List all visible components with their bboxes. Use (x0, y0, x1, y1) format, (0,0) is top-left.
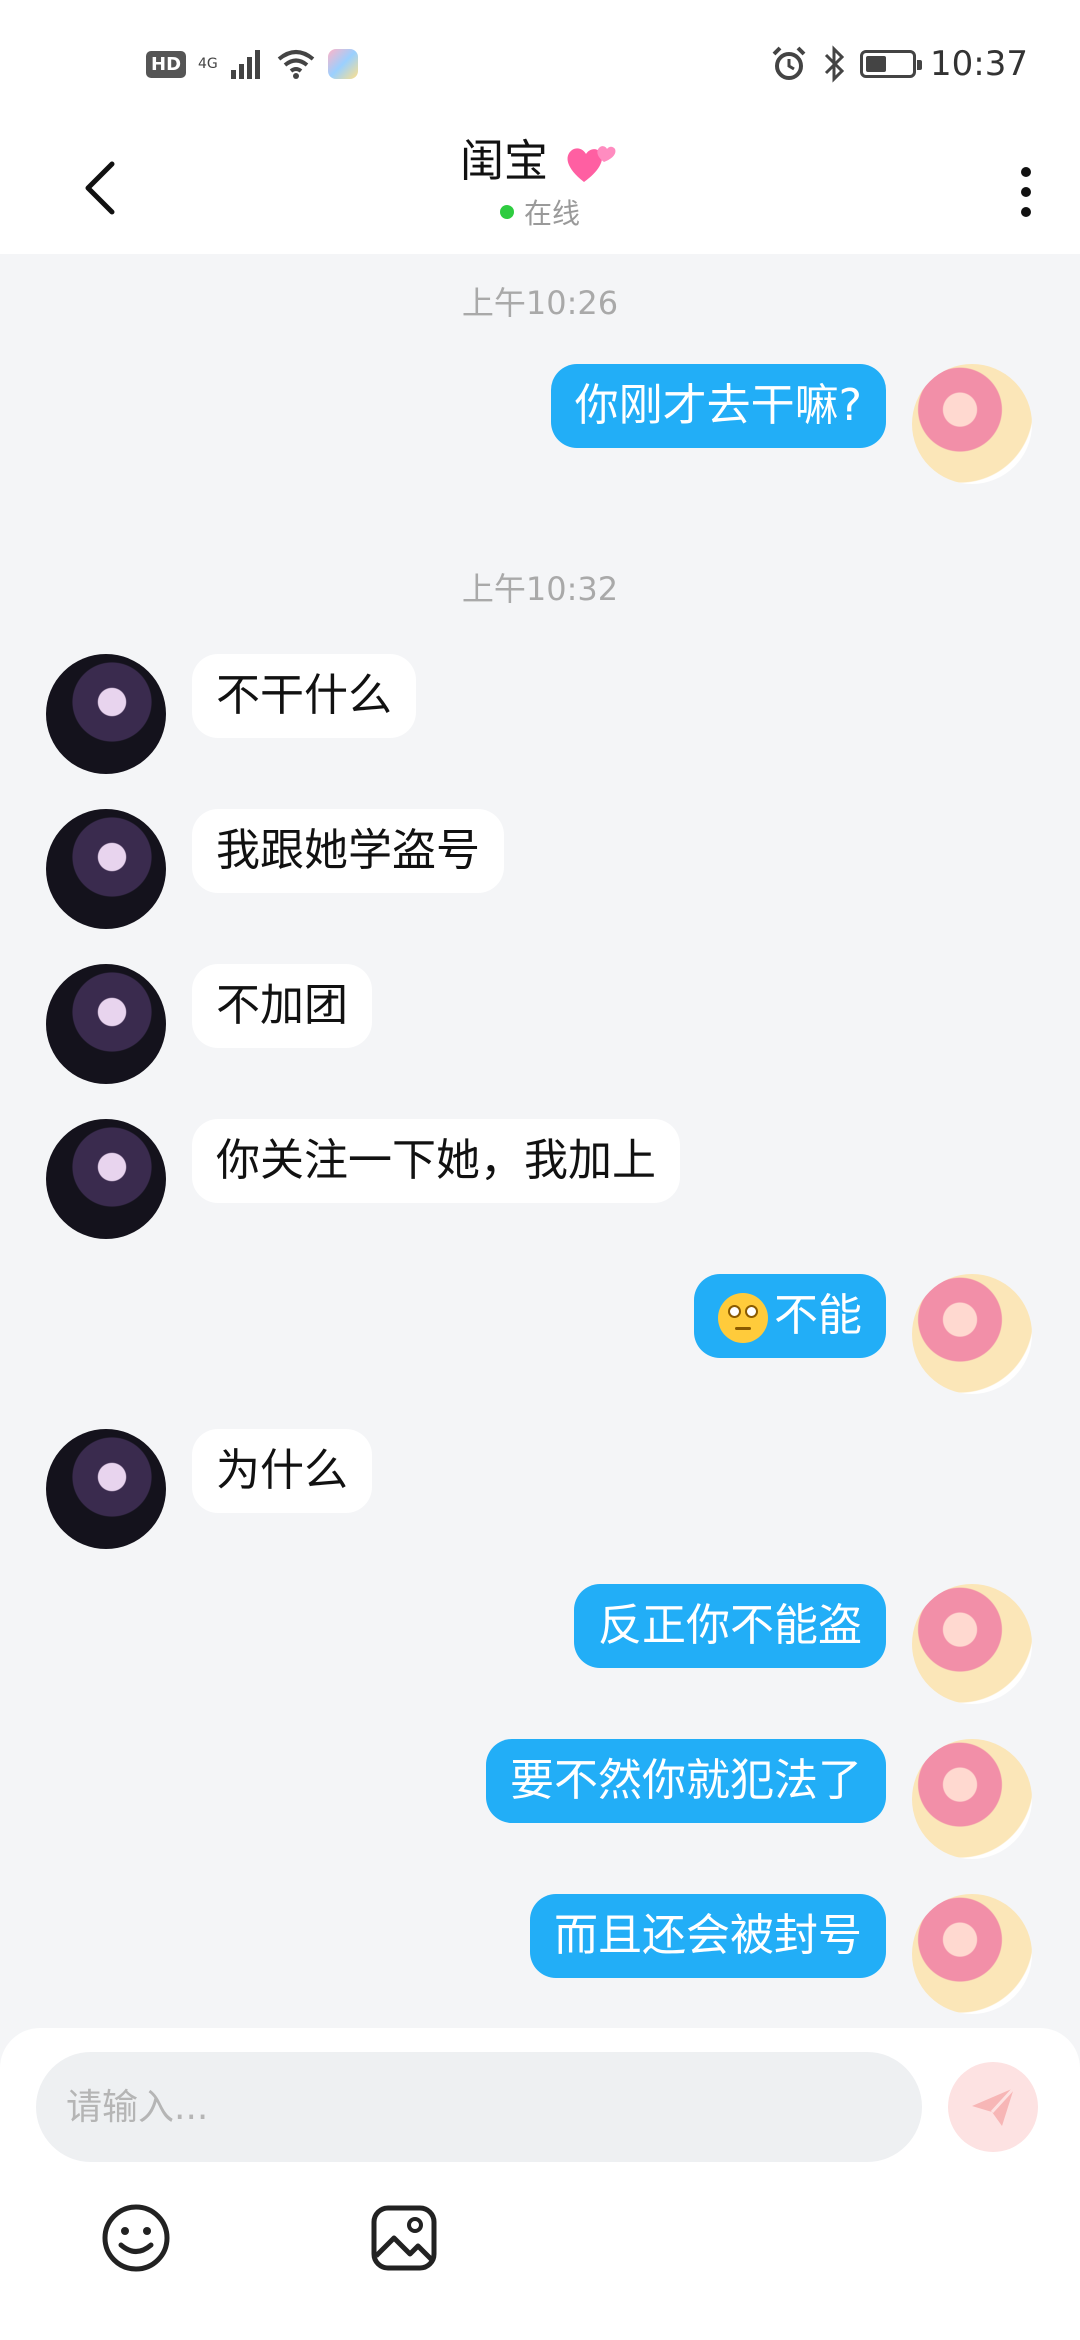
message-input[interactable] (36, 2052, 922, 2162)
message-bubble[interactable]: 为什么 (192, 1429, 372, 1513)
battery-icon (860, 50, 923, 78)
image-icon (371, 2205, 437, 2271)
message-text: 不能 (774, 1290, 862, 1341)
online-dot (499, 205, 514, 219)
message-bubble[interactable]: 要不然你就犯法了 (486, 1739, 886, 1823)
my-avatar[interactable] (912, 1894, 1032, 2014)
rolling-eyes-emoji-icon (718, 1293, 768, 1343)
message-bubble-with-emoji[interactable]: 不能 (694, 1274, 886, 1358)
message-row-outgoing: 不能 (0, 1274, 1080, 1394)
my-avatar[interactable] (912, 1739, 1032, 1859)
status-right: 10:37 (770, 42, 1028, 86)
message-row-outgoing: 反正你不能盗 (0, 1584, 1080, 1704)
status-bar: HD 4G 10:37 (0, 0, 1080, 130)
app-notification-icon (327, 49, 358, 79)
message-list[interactable]: 上午10:26 你刚才去干嘛? 上午10:32 不干什么 我跟她学盗号 不加团 … (0, 254, 1080, 2028)
clock: 10:37 (930, 44, 1028, 84)
my-avatar[interactable] (912, 1584, 1032, 1704)
contact-avatar[interactable] (46, 1119, 166, 1239)
message-bubble[interactable]: 而且还会被封号 (530, 1894, 886, 1978)
timestamp: 上午10:26 (461, 284, 619, 322)
send-icon (972, 2086, 1016, 2126)
send-button[interactable] (948, 2062, 1038, 2152)
contact-name: 闺宝 (460, 136, 548, 187)
message-bubble[interactable]: 反正你不能盗 (574, 1584, 886, 1668)
online-label: 在线 (523, 197, 580, 230)
message-bubble[interactable]: 我跟她学盗号 (192, 809, 504, 893)
message-row-outgoing: 要不然你就犯法了 (0, 1739, 1080, 1859)
message-row-outgoing: 而且还会被封号 (0, 1894, 1080, 2014)
more-vertical-icon (1021, 167, 1031, 217)
contact-avatar[interactable] (46, 809, 166, 929)
two-hearts-icon (567, 146, 616, 182)
composer-panel (0, 2028, 1080, 2340)
message-bubble[interactable]: 你刚才去干嘛? (550, 364, 886, 448)
image-button[interactable] (364, 2198, 444, 2278)
signal-icon (230, 50, 260, 79)
network-type: 4G (198, 56, 218, 72)
message-bubble[interactable]: 不干什么 (192, 654, 416, 738)
bluetooth-icon (824, 45, 845, 83)
chat-header: 闺宝 在线 (0, 130, 1080, 254)
contact-title: 闺宝 (0, 134, 1080, 190)
message-row-incoming: 不干什么 (0, 654, 1080, 774)
my-avatar[interactable] (912, 1274, 1032, 1394)
status-left: HD 4G (146, 44, 358, 84)
alarm-icon (772, 46, 806, 80)
emoji-button[interactable] (96, 2198, 176, 2278)
title-block: 闺宝 在线 (0, 130, 1080, 232)
message-bubble[interactable]: 不加团 (192, 964, 372, 1048)
message-row-incoming: 你关注一下她，我加上 (0, 1119, 1080, 1239)
hd-badge: HD (146, 50, 187, 78)
message-row-incoming: 为什么 (0, 1429, 1080, 1549)
timestamp: 上午10:32 (461, 570, 619, 608)
battery-level (866, 56, 886, 72)
contact-avatar[interactable] (46, 964, 166, 1084)
message-row-incoming: 我跟她学盗号 (0, 809, 1080, 929)
message-bubble[interactable]: 你关注一下她，我加上 (192, 1119, 680, 1203)
contact-avatar[interactable] (46, 1429, 166, 1549)
wifi-icon (277, 50, 315, 79)
contact-avatar[interactable] (46, 654, 166, 774)
message-row-incoming: 不加团 (0, 964, 1080, 1084)
online-status: 在线 (0, 192, 1080, 232)
my-avatar[interactable] (912, 364, 1032, 484)
smiley-icon (102, 2204, 170, 2272)
more-options-button[interactable] (996, 152, 1056, 232)
message-row-outgoing: 你刚才去干嘛? (0, 364, 1080, 484)
